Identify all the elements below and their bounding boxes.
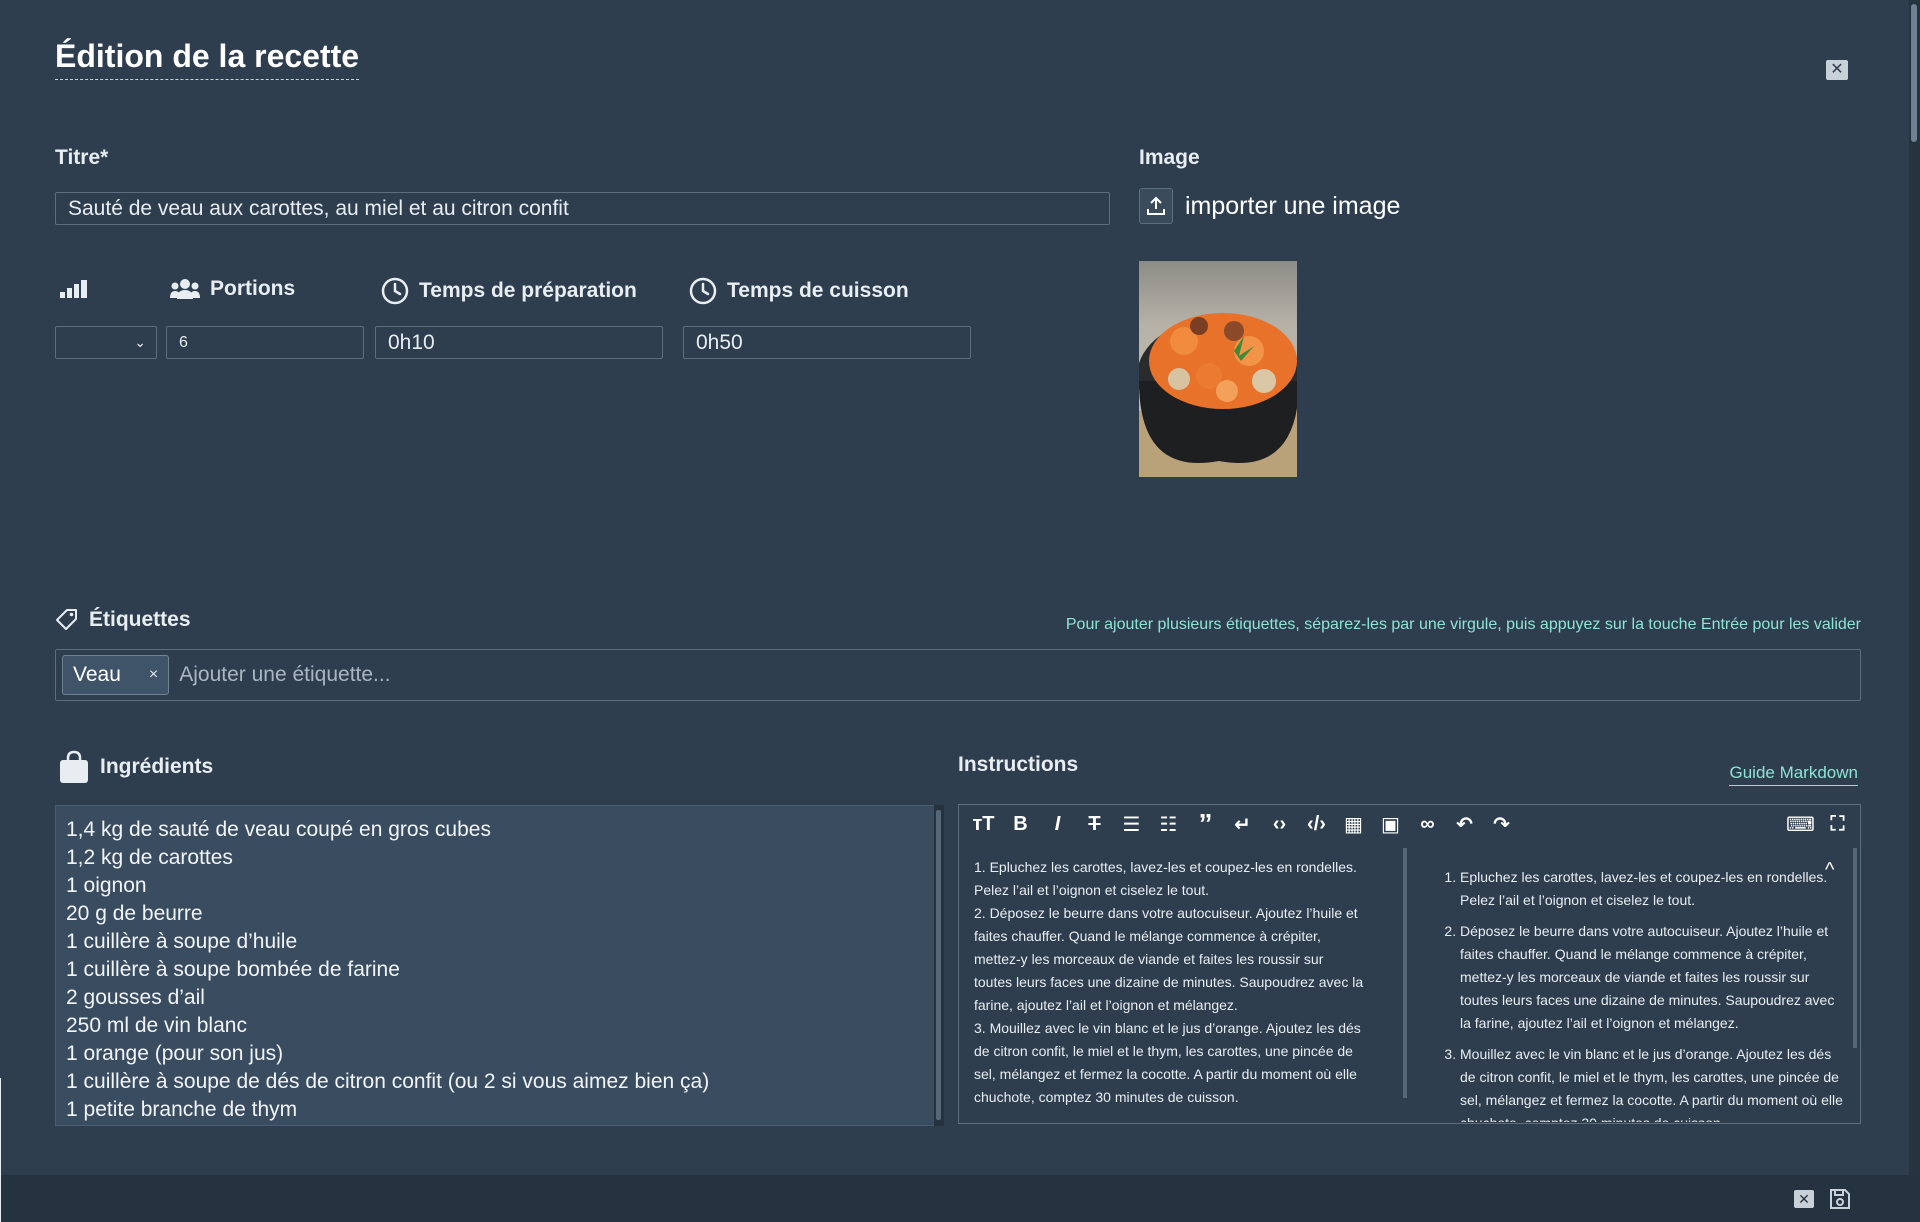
prep-time-input[interactable]: 0h10	[375, 326, 663, 359]
portions-label-text: Portions	[210, 277, 296, 300]
tag-chip-label: Veau	[73, 663, 121, 686]
quote-icon[interactable]: ”	[1189, 808, 1222, 839]
upload-icon	[1139, 188, 1173, 224]
prep-time-label-text: Temps de préparation	[419, 279, 637, 302]
tag-chip: Veau ×	[62, 655, 170, 695]
keyboard-icon[interactable]: ⌨	[1784, 809, 1817, 839]
ingredient-line: 1 cuillère à soupe de dés de citron conf…	[66, 1070, 710, 1093]
clock-icon	[381, 277, 409, 305]
strikethrough-icon[interactable]: T	[1078, 809, 1111, 839]
source-line: faites chauffer. Quand le mélange commen…	[974, 928, 1321, 944]
undo-icon[interactable]: ↶	[1448, 809, 1481, 839]
ingredient-line: 1,4 kg de sauté de veau coupé en gros cu…	[66, 818, 491, 841]
footer-divider	[0, 1078, 1, 1222]
code-icon[interactable]: ‹›	[1263, 809, 1296, 839]
image-label: Image	[1139, 146, 1200, 169]
source-line: 2. Déposez le beurre dans votre autocuis…	[974, 905, 1358, 921]
ingredients-scrollbar-thumb[interactable]	[936, 810, 941, 1120]
cook-time-label: Temps de cuisson	[689, 277, 909, 305]
source-scrollbar[interactable]	[1403, 848, 1407, 1098]
clock-icon	[689, 277, 717, 305]
save-icon[interactable]	[1829, 1188, 1851, 1215]
tag-input[interactable]: Ajouter une étiquette...	[179, 663, 390, 687]
tag-remove-button[interactable]: ×	[149, 666, 158, 684]
ingredient-line: 250 ml de vin blanc	[66, 1014, 247, 1037]
cook-time-input-value: 0h50	[696, 330, 743, 354]
preview-item: Déposez le beurre dans votre autocuiseur…	[1460, 920, 1848, 1035]
tags-hint: Pour ajouter plusieurs étiquettes, sépar…	[1065, 616, 1861, 633]
redo-icon[interactable]: ↷	[1485, 809, 1518, 839]
source-line: 1. Epluchez les carottes, lavez-les et c…	[974, 859, 1357, 875]
prep-time-input-value: 0h10	[388, 330, 435, 354]
ingredient-line: 1 cuillère à soupe d’huile	[66, 930, 298, 953]
difficulty-select[interactable]: ⌄	[55, 326, 157, 359]
tags-label: Étiquettes	[55, 608, 191, 632]
portions-label: Portions	[170, 277, 295, 301]
preview-item: Epluchez les carottes, lavez-les et coup…	[1460, 866, 1848, 912]
preview-scrollbar[interactable]	[1853, 848, 1857, 1048]
markdown-guide-link[interactable]: Guide Markdown	[1729, 763, 1858, 786]
editor-preview-pane: Epluchez les carottes, lavez-les et coup…	[1428, 844, 1848, 1122]
editor-source-pane[interactable]: 1. Epluchez les carottes, lavez-les et c…	[966, 844, 1384, 1122]
ingredients-label-text: Ingrédients	[100, 755, 214, 778]
cook-time-input[interactable]: 0h50	[683, 326, 971, 359]
upload-image-label: importer une image	[1185, 191, 1401, 220]
bullet-list-icon[interactable]: ☰	[1115, 809, 1148, 839]
tags-input-box[interactable]: Veau × Ajouter une étiquette...	[55, 649, 1861, 701]
page-scrollbar-thumb[interactable]	[1911, 4, 1917, 142]
difficulty-icon	[60, 280, 87, 298]
instructions-label: Instructions	[958, 753, 1079, 776]
ingredient-line: 20 g de beurre	[66, 902, 203, 925]
source-line: de citron confit, le miel et le thym, le…	[974, 1043, 1353, 1059]
dialog-title: Édition de la recette	[55, 38, 360, 80]
source-line: farine, ajoutez l’ail et l’oignon et mél…	[974, 997, 1238, 1013]
source-line: Pelez l’ail et l’oignon et ciselez le to…	[974, 882, 1210, 898]
source-line: sel, mélangez et fermez la cocotte. A pa…	[974, 1066, 1357, 1082]
users-icon	[170, 279, 200, 299]
close-icon[interactable]: ✕	[1826, 60, 1848, 80]
heading-icon[interactable]: ᴛT	[967, 809, 1000, 839]
upload-image-button[interactable]: importer une image	[1139, 188, 1400, 224]
shopping-bag-icon	[60, 750, 88, 783]
cook-time-label-text: Temps de cuisson	[727, 279, 909, 302]
numbered-list-icon[interactable]: ☷	[1152, 809, 1185, 839]
italic-icon[interactable]: I	[1041, 809, 1074, 839]
wrap-icon[interactable]: ↵	[1226, 809, 1259, 839]
dialog-footer	[0, 1175, 1920, 1222]
tags-label-text: Étiquettes	[89, 608, 191, 631]
image-icon[interactable]: ▣	[1374, 809, 1407, 839]
ingredients-label: Ingrédients	[58, 750, 213, 784]
ingredient-line: 1 cuillère à soupe bombée de farine	[66, 958, 400, 981]
difficulty-label	[58, 277, 90, 299]
prep-time-label: Temps de préparation	[381, 277, 637, 305]
ingredient-line: 2 gousses d’ail	[66, 986, 205, 1009]
portions-input[interactable]: 6	[166, 326, 364, 359]
ingredient-line: 1 orange (pour son jus)	[66, 1042, 284, 1065]
portions-input-value: 6	[179, 333, 188, 351]
title-input[interactable]: Sauté de veau aux carottes, au miel et a…	[55, 192, 1110, 225]
source-line: toutes leurs faces une dizaine de minute…	[974, 974, 1364, 990]
title-label: Titre*	[55, 146, 109, 169]
bold-icon[interactable]: B	[1004, 809, 1037, 839]
preview-item: Mouillez avec le vin blanc et le jus d’o…	[1460, 1043, 1848, 1122]
chevron-down-icon: ⌄	[134, 334, 146, 350]
editor-toolbar: ᴛT B I T ☰ ☷ ” ↵ ‹› ‹/› ▦ ▣ ∞ ↶ ↷ ⌨ ⛶	[959, 805, 1860, 843]
ingredient-line: 1 petite branche de thym	[66, 1098, 298, 1121]
source-line: chuchote, comptez 30 minutes de cuisson.	[974, 1089, 1239, 1105]
ingredient-line: 1 oignon	[66, 874, 147, 897]
fullscreen-icon[interactable]: ⛶	[1821, 809, 1854, 839]
chevron-up-icon[interactable]: ^	[1825, 859, 1834, 882]
table-icon[interactable]: ▦	[1337, 809, 1370, 839]
cancel-icon[interactable]: ✕	[1794, 1190, 1814, 1208]
code-block-icon[interactable]: ‹/›	[1300, 809, 1333, 839]
ingredients-textarea[interactable]: 1,4 kg de sauté de veau coupé en gros cu…	[55, 805, 935, 1126]
ingredient-line: 1,2 kg de carottes	[66, 846, 233, 869]
tag-icon	[56, 609, 77, 630]
title-input-value: Sauté de veau aux carottes, au miel et a…	[68, 196, 569, 220]
link-icon[interactable]: ∞	[1411, 809, 1444, 839]
source-line: 3. Mouillez avec le vin blanc et le jus …	[974, 1020, 1361, 1036]
source-line: mettez-y les morceaux de viande et faite…	[974, 951, 1324, 967]
recipe-image	[1139, 261, 1297, 477]
page-scrollbar[interactable]	[1909, 0, 1920, 1222]
